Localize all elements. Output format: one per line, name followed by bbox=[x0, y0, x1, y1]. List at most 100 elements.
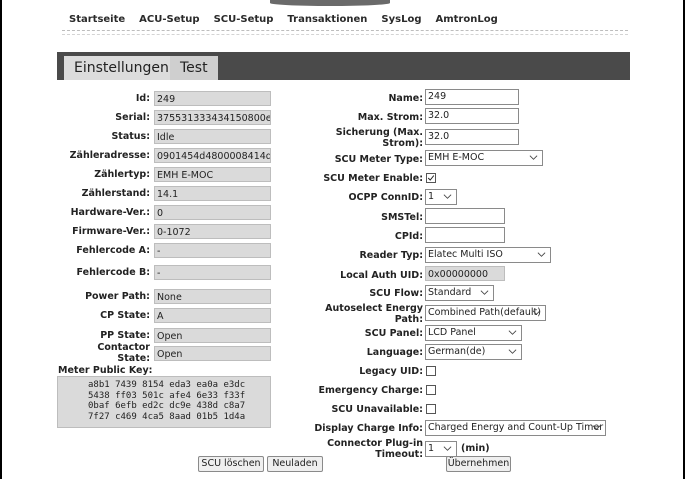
label-ocpp-connid: OCPP ConnID: bbox=[348, 192, 423, 203]
value-contactor-state: Open bbox=[154, 346, 271, 361]
chevron-down-icon bbox=[537, 252, 546, 257]
label-max-strom: Max. Strom: bbox=[357, 112, 423, 123]
label-contactor-state: Contactor State: bbox=[97, 342, 150, 364]
label-name: Name: bbox=[388, 93, 423, 104]
nav-amtronlog[interactable]: AmtronLog bbox=[428, 12, 504, 28]
chevron-down-icon bbox=[443, 446, 452, 451]
scu-unavailable-checkbox[interactable] bbox=[426, 404, 436, 414]
main-nav: Startseite ACU-Setup SCU-Setup Transakti… bbox=[62, 12, 505, 28]
nav-syslog[interactable]: SysLog bbox=[374, 12, 428, 28]
reader-typ-value: Elatec Multi ISO bbox=[428, 249, 503, 260]
label-local-auth-uid: Local Auth UID: bbox=[340, 270, 423, 281]
checkmark-icon bbox=[427, 175, 435, 181]
nav-scu-setup[interactable]: SCU-Setup bbox=[207, 12, 281, 28]
label-zaehlerstand: Zählerstand: bbox=[81, 188, 150, 199]
value-hardware-ver: 0 bbox=[154, 205, 271, 220]
connector-timeout-unit: (min) bbox=[461, 443, 490, 454]
tab-einstellungen[interactable]: Einstellungen bbox=[64, 56, 179, 80]
label-cpid: CPId: bbox=[394, 231, 423, 242]
window-left-border bbox=[0, 0, 2, 479]
label-sicherung: Sicherung (Max. Strom): bbox=[335, 127, 423, 149]
label-fehlercode-b: Fehlercode B: bbox=[76, 267, 150, 278]
label-hardware-ver: Hardware-Ver.: bbox=[70, 207, 150, 218]
ocpp-connid-value: 1 bbox=[428, 191, 435, 202]
tab-bar: Einstellungen Test bbox=[57, 52, 630, 80]
label-zaehleradresse: Zähleradresse: bbox=[69, 150, 150, 161]
value-serial: 375531333434150800e00 bbox=[154, 110, 271, 125]
autoselect-energy-path-select[interactable]: Combined Path(default) bbox=[425, 305, 546, 321]
label-status: Status: bbox=[111, 131, 150, 142]
chevron-down-icon bbox=[592, 425, 601, 430]
nav-divider bbox=[62, 30, 628, 31]
legacy-uid-checkbox[interactable] bbox=[426, 366, 436, 376]
sicherung-input[interactable]: 32.0 bbox=[425, 129, 519, 145]
label-scu-meter-enable: SCU Meter Enable: bbox=[323, 173, 423, 184]
reload-button[interactable]: Neuladen bbox=[267, 456, 323, 472]
label-power-path: Power Path: bbox=[85, 291, 150, 302]
max-strom-input[interactable]: 32.0 bbox=[425, 108, 519, 124]
scu-meter-enable-checkbox[interactable] bbox=[426, 173, 436, 183]
language-value: German(de) bbox=[428, 346, 486, 357]
label-fehlercode-a: Fehlercode A: bbox=[76, 245, 150, 256]
value-status: Idle bbox=[154, 129, 271, 144]
chevron-down-icon bbox=[443, 194, 452, 199]
meter-public-key-box: a8b1 7439 8154 eda3 ea0a e3dc 5438 ff03 … bbox=[57, 376, 271, 428]
nav-acu-setup[interactable]: ACU-Setup bbox=[132, 12, 206, 28]
chevron-down-icon bbox=[508, 349, 517, 354]
scu-panel-value: LCD Panel bbox=[428, 327, 476, 338]
label-scu-meter-type: SCU Meter Type: bbox=[334, 154, 423, 165]
nav-transaktionen[interactable]: Transaktionen bbox=[280, 12, 374, 28]
label-cp-state: CP State: bbox=[100, 310, 150, 321]
header-logo-fragment bbox=[270, 0, 390, 6]
scu-delete-button[interactable]: SCU löschen bbox=[198, 456, 264, 472]
tab-test[interactable]: Test bbox=[170, 56, 218, 80]
label-zaehlertyp: Zählertyp: bbox=[94, 169, 150, 180]
chevron-down-icon bbox=[529, 155, 538, 160]
window-right-border bbox=[683, 0, 685, 479]
scu-meter-type-select[interactable]: EMH E-MOC bbox=[425, 150, 543, 166]
value-fehlercode-b: - bbox=[154, 265, 271, 280]
label-smstel: SMSTel: bbox=[381, 212, 423, 223]
value-zaehleradresse: 0901454d4800008414d7 bbox=[154, 148, 271, 163]
chevron-down-icon bbox=[480, 290, 489, 295]
apply-button[interactable]: Übernehmen bbox=[446, 456, 511, 472]
value-power-path: None bbox=[154, 289, 271, 304]
autoselect-energy-path-value: Combined Path(default) bbox=[428, 307, 541, 318]
smstel-input[interactable] bbox=[425, 208, 505, 224]
value-cp-state: A bbox=[154, 308, 271, 323]
cpid-input[interactable] bbox=[425, 227, 505, 243]
scu-meter-type-value: EMH E-MOC bbox=[428, 152, 485, 163]
label-id: Id: bbox=[135, 93, 150, 104]
chevron-down-icon bbox=[532, 310, 541, 315]
ocpp-connid-select[interactable]: 1 bbox=[425, 189, 457, 205]
local-auth-uid-value: 0x00000000 bbox=[425, 266, 505, 281]
value-zaehlerstand: 14.1 bbox=[154, 186, 271, 201]
language-select[interactable]: German(de) bbox=[425, 344, 522, 360]
value-id: 249 bbox=[154, 91, 271, 106]
scu-flow-select[interactable]: Standard bbox=[425, 285, 494, 301]
name-input[interactable]: 249 bbox=[425, 89, 519, 105]
label-display-charge-info: Display Charge Info: bbox=[314, 423, 423, 434]
label-language: Language: bbox=[366, 347, 423, 358]
nav-startseite[interactable]: Startseite bbox=[62, 12, 132, 28]
nav-divider-2 bbox=[62, 34, 628, 35]
label-pp-state: PP State: bbox=[100, 330, 150, 341]
label-scu-flow: SCU Flow: bbox=[369, 288, 423, 299]
reader-typ-select[interactable]: Elatec Multi ISO bbox=[425, 247, 551, 263]
scu-panel-select[interactable]: LCD Panel bbox=[425, 325, 522, 341]
connector-timeout-select[interactable]: 1 bbox=[425, 441, 457, 457]
label-scu-panel: SCU Panel: bbox=[364, 328, 423, 339]
label-reader-typ: Reader Typ: bbox=[359, 250, 423, 261]
connector-timeout-value: 1 bbox=[428, 443, 435, 454]
label-serial: Serial: bbox=[115, 112, 150, 123]
scu-flow-value: Standard bbox=[428, 287, 472, 298]
chevron-down-icon bbox=[508, 330, 517, 335]
label-autoselect-energy-path: Autoselect Energy Path: bbox=[325, 303, 423, 325]
label-emergency-charge: Emergency Charge: bbox=[318, 385, 423, 396]
value-zaehlertyp: EMH E-MOC bbox=[154, 167, 271, 182]
label-legacy-uid: Legacy UID: bbox=[359, 366, 423, 377]
emergency-charge-checkbox[interactable] bbox=[426, 385, 436, 395]
value-pp-state: Open bbox=[154, 328, 271, 343]
label-meter-public-key: Meter Public Key: bbox=[58, 365, 153, 376]
display-charge-info-select[interactable]: Charged Energy and Count-Up Timer bbox=[425, 420, 606, 436]
